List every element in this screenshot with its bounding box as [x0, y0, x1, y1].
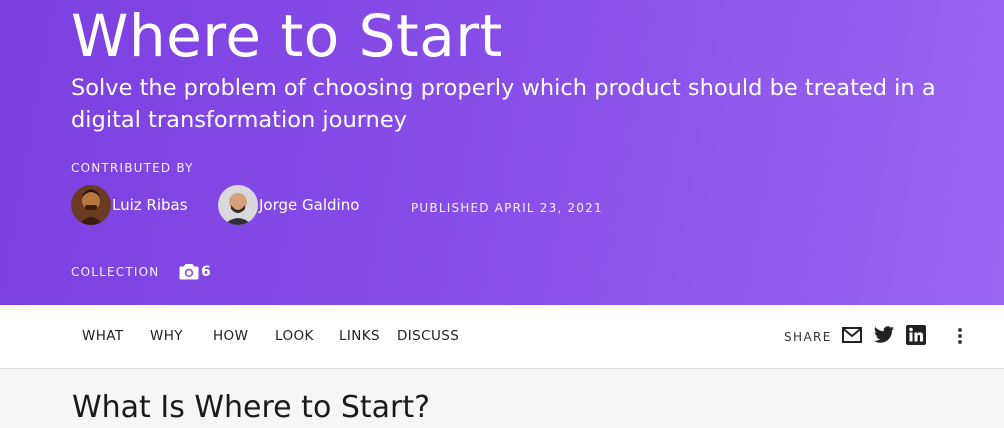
- twitter-icon[interactable]: [873, 324, 895, 346]
- tab-what[interactable]: WHAT: [82, 328, 124, 344]
- page-title: Where to Start: [71, 2, 503, 70]
- collection-count-value: 6: [201, 263, 211, 280]
- contributed-by-label: CONTRIBUTED BY: [71, 161, 194, 175]
- section-nav: WHAT WHY HOW LOOK LINKS DISCUSS SHARE: [0, 305, 1004, 369]
- mail-icon[interactable]: [841, 324, 863, 346]
- tab-how[interactable]: HOW: [213, 328, 248, 344]
- author-name: Luiz Ribas: [112, 196, 188, 214]
- more-vertical-icon[interactable]: [950, 326, 970, 346]
- author-luiz-ribas[interactable]: Luiz Ribas: [71, 185, 188, 225]
- section-heading: What Is Where to Start?: [72, 390, 431, 425]
- page-subtitle: Solve the problem of choosing properly w…: [71, 75, 936, 133]
- avatar: [218, 185, 258, 225]
- hero-banner: Where to Start Solve the problem of choo…: [0, 0, 1004, 305]
- published-date: PUBLISHED APRIL 23, 2021: [411, 201, 603, 215]
- tab-why[interactable]: WHY: [150, 328, 183, 344]
- author-jorge-galdino[interactable]: Jorge Galdino: [218, 185, 359, 225]
- tab-links[interactable]: LINKS: [339, 328, 380, 344]
- collection-label: COLLECTION: [71, 265, 160, 279]
- tab-discuss[interactable]: DISCUSS: [397, 328, 459, 344]
- tab-look[interactable]: LOOK: [275, 328, 314, 344]
- avatar: [71, 185, 111, 225]
- collection-count[interactable]: 6: [179, 263, 211, 280]
- author-name: Jorge Galdino: [259, 196, 360, 214]
- linkedin-icon[interactable]: [905, 324, 927, 346]
- camera-icon: [179, 263, 201, 280]
- share-label: SHARE: [784, 330, 832, 344]
